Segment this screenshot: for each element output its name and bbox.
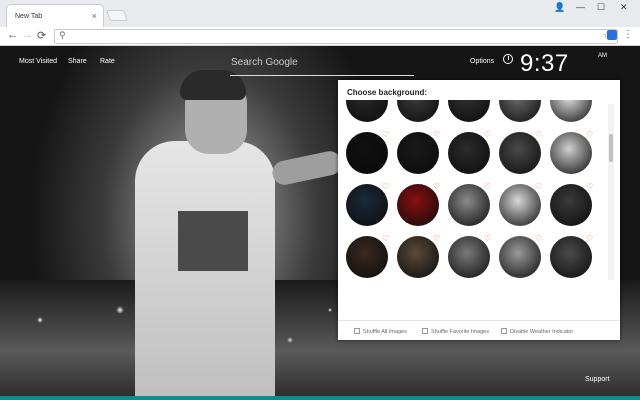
- search-google-input[interactable]: Search Google: [231, 57, 298, 68]
- extension-icon[interactable]: [607, 30, 617, 40]
- background-thumbnail[interactable]: ♡: [346, 100, 396, 130]
- background-thumbnail[interactable]: ♡: [346, 234, 396, 286]
- close-window-icon[interactable]: ✕: [620, 2, 628, 13]
- background-thumbnail[interactable]: ♡: [346, 182, 396, 234]
- browser-toolbar: ← → ⟳ ⚲ ☆: [0, 27, 640, 46]
- favorite-heart-icon[interactable]: ♡: [382, 234, 389, 243]
- thumbnail-image[interactable]: [346, 100, 388, 122]
- wallpaper-figure-arm: [270, 148, 344, 188]
- options-link[interactable]: Options: [470, 58, 494, 65]
- background-thumbnail[interactable]: ♡: [499, 182, 549, 234]
- address-bar[interactable]: ⚲ ☆: [54, 29, 618, 44]
- background-thumbnail[interactable]: ♡: [550, 234, 600, 286]
- background-thumbnail[interactable]: ♡: [448, 182, 498, 234]
- disable-weather-label: Disable Weather Indicator: [510, 329, 574, 335]
- rate-link[interactable]: Rate: [100, 58, 115, 65]
- thumbnail-image[interactable]: [550, 100, 592, 122]
- background-thumbnail[interactable]: ♡: [499, 100, 549, 130]
- search-underline: [230, 75, 414, 76]
- background-thumbnail[interactable]: ♡: [397, 234, 447, 286]
- new-tab-button[interactable]: [105, 10, 129, 21]
- background-thumbnail[interactable]: ♡: [550, 130, 600, 182]
- shuffle-all-label: Shuffle All Images: [363, 329, 407, 335]
- share-link[interactable]: Share: [68, 58, 87, 65]
- background-thumbnail[interactable]: ♡: [397, 100, 447, 130]
- background-thumbnail[interactable]: ♡: [550, 100, 600, 130]
- back-icon[interactable]: ←: [7, 29, 18, 41]
- background-thumbnail[interactable]: ♡: [448, 234, 498, 286]
- clock-suffix: AM: [598, 53, 607, 59]
- background-grid: ♡♡♡♡♡♡♡♡♡♡♡♡♡♡♡♡♡♡♡♡: [346, 100, 608, 310]
- favorite-heart-icon[interactable]: ♡: [382, 130, 389, 139]
- maximize-icon[interactable]: ☐: [597, 2, 605, 13]
- tab-title: New Tab: [15, 13, 43, 20]
- thumbnail-image[interactable]: [499, 100, 541, 122]
- background-wallpaper: Most Visited Share Rate Search Google Op…: [0, 46, 640, 400]
- scrollbar-thumb[interactable]: [609, 134, 613, 162]
- favorite-heart-icon[interactable]: ♡: [433, 182, 440, 191]
- clock-time: 9:37: [520, 50, 569, 77]
- background-thumbnail[interactable]: ♡: [346, 130, 396, 182]
- panel-scrollbar[interactable]: [608, 104, 614, 280]
- shuffle-all-checkbox[interactable]: Shuffle All Images: [354, 328, 407, 335]
- background-thumbnail[interactable]: ♡: [499, 234, 549, 286]
- tab-new-tab[interactable]: New Tab ×: [6, 4, 104, 27]
- disable-weather-checkbox[interactable]: Disable Weather Indicator: [501, 328, 573, 335]
- background-thumbnail[interactable]: ♡: [397, 182, 447, 234]
- search-icon: ⚲: [59, 30, 66, 40]
- browser-tabstrip: New Tab × 👤 — ☐ ✕: [0, 0, 640, 27]
- reload-icon[interactable]: ⟳: [37, 29, 46, 42]
- favorite-heart-icon[interactable]: ♡: [382, 182, 389, 191]
- wallpaper-shirt-print: [178, 211, 248, 271]
- profile-icon[interactable]: 👤: [554, 2, 565, 13]
- background-thumbnail[interactable]: ♡: [397, 130, 447, 182]
- favorite-heart-icon[interactable]: ♡: [484, 182, 491, 191]
- thumbnail-image[interactable]: [448, 100, 490, 122]
- shuffle-favorite-label: Shuffle Favorite Images: [431, 329, 489, 335]
- favorite-heart-icon[interactable]: ♡: [586, 130, 593, 139]
- favorite-heart-icon[interactable]: ♡: [586, 182, 593, 191]
- background-thumbnail[interactable]: ♡: [499, 130, 549, 182]
- favorite-heart-icon[interactable]: ♡: [535, 130, 542, 139]
- background-thumbnail[interactable]: ♡: [448, 130, 498, 182]
- browser-menu-icon[interactable]: ⋮: [623, 29, 633, 40]
- favorite-heart-icon[interactable]: ♡: [535, 182, 542, 191]
- favorite-heart-icon[interactable]: ♡: [433, 130, 440, 139]
- shuffle-favorite-checkbox[interactable]: Shuffle Favorite Images: [422, 328, 489, 335]
- favorite-heart-icon[interactable]: ♡: [586, 234, 593, 243]
- tab-close-icon[interactable]: ×: [92, 11, 97, 21]
- background-chooser-panel: Choose background: ♡♡♡♡♡♡♡♡♡♡♡♡♡♡♡♡♡♡♡♡ …: [338, 80, 620, 340]
- panel-title: Choose background:: [347, 88, 428, 97]
- minimize-icon[interactable]: —: [576, 2, 585, 12]
- support-link[interactable]: Support: [585, 376, 610, 383]
- clock-icon: [503, 54, 513, 64]
- background-thumbnail[interactable]: ♡: [550, 182, 600, 234]
- favorite-heart-icon[interactable]: ♡: [484, 130, 491, 139]
- background-thumbnail[interactable]: ♡: [448, 100, 498, 130]
- favorite-heart-icon[interactable]: ♡: [484, 234, 491, 243]
- favorite-heart-icon[interactable]: ♡: [535, 234, 542, 243]
- bottom-edge-bar: [0, 396, 640, 400]
- favorite-heart-icon[interactable]: ♡: [433, 234, 440, 243]
- thumbnail-image[interactable]: [397, 100, 439, 122]
- most-visited-link[interactable]: Most Visited: [19, 58, 57, 65]
- panel-footer: Shuffle All Images Shuffle Favorite Imag…: [338, 320, 620, 340]
- forward-icon[interactable]: →: [22, 29, 33, 41]
